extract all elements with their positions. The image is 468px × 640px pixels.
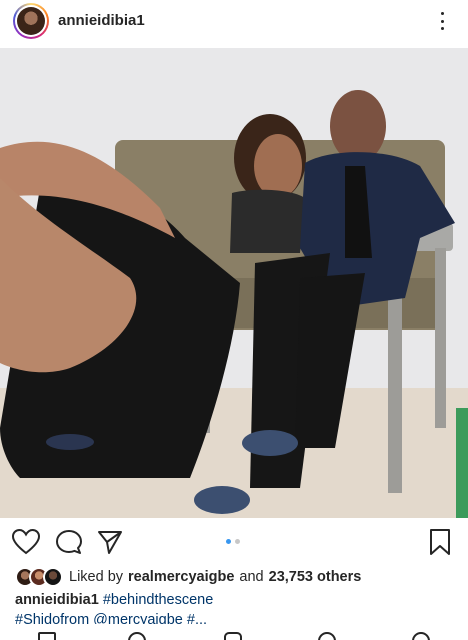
post-header: annieidibia1 <box>0 0 468 44</box>
home-icon[interactable] <box>38 632 56 640</box>
likes-others[interactable]: 23,753 others <box>269 569 362 585</box>
carousel-dot-active <box>226 539 231 544</box>
more-vertical-icon[interactable] <box>432 10 452 32</box>
bookmark-icon[interactable] <box>428 528 452 556</box>
avatar-border <box>15 5 47 37</box>
avatar[interactable] <box>13 3 49 39</box>
avatar-image <box>17 7 45 35</box>
post-photo[interactable] <box>0 48 468 518</box>
likes-line[interactable]: Liked by realmercyaigbe and 23,753 other… <box>15 566 361 588</box>
liker-username[interactable]: realmercyaigbe <box>128 569 234 585</box>
likes-prefix: Liked by <box>69 569 124 585</box>
heart-icon[interactable] <box>12 529 40 555</box>
photo-illustration <box>0 48 468 518</box>
paper-plane-icon[interactable] <box>97 529 123 555</box>
carousel-indicator <box>226 539 240 544</box>
liker-avatars <box>15 567 63 587</box>
profile-icon[interactable] <box>412 632 430 640</box>
caption-username[interactable]: annieidibia1 <box>15 592 99 608</box>
caption-truncated-line: #Shidofrom @mercyaigbe #... <box>15 612 208 624</box>
activity-icon[interactable] <box>318 632 336 640</box>
dot <box>440 19 444 23</box>
search-icon[interactable] <box>128 632 146 640</box>
liker-avatar <box>43 567 63 587</box>
caption-hashtag[interactable]: #behindthescene <box>103 592 213 608</box>
comment-icon[interactable] <box>56 529 82 555</box>
carousel-dot <box>235 539 240 544</box>
post-username[interactable]: annieidibia1 <box>58 12 145 29</box>
bottom-nav <box>0 628 468 640</box>
likes-connector: and <box>239 569 264 585</box>
add-post-icon[interactable] <box>224 632 242 640</box>
caption: annieidibia1 #behindthescene <box>15 592 213 608</box>
dot <box>440 27 444 30</box>
action-bar <box>0 518 468 564</box>
dot <box>440 12 444 15</box>
